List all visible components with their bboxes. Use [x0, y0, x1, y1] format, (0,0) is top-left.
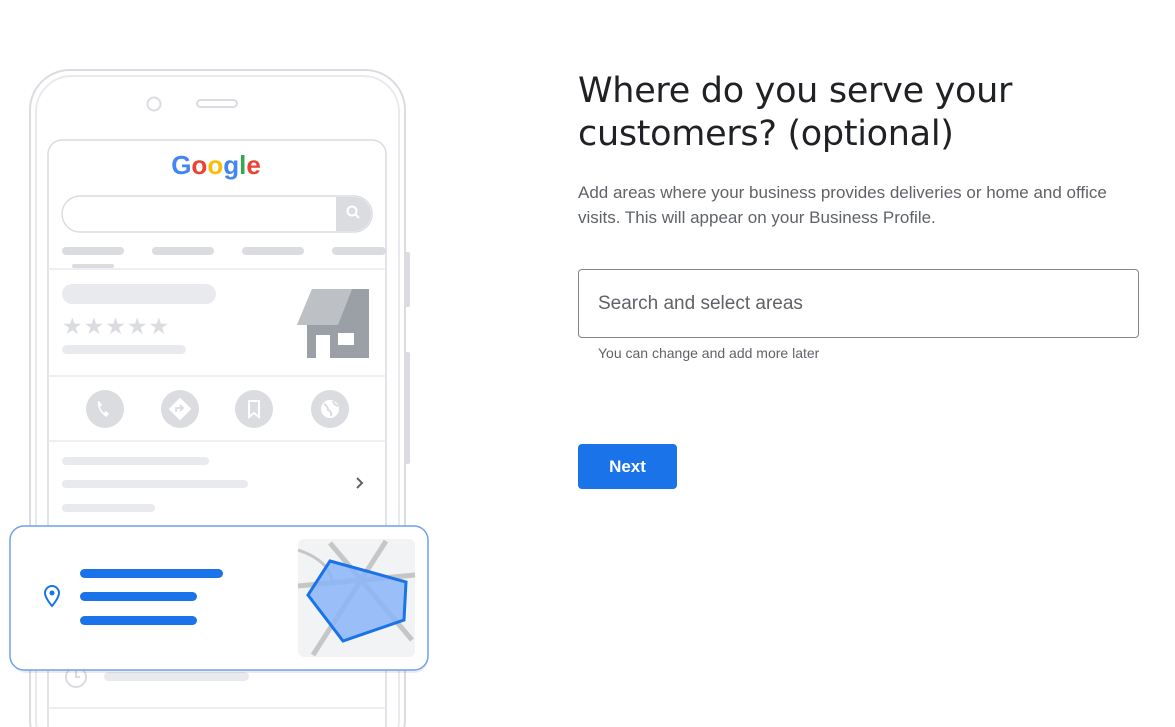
next-button[interactable]: Next — [578, 444, 677, 489]
website-globe-icon — [311, 390, 349, 428]
service-area-map — [297, 539, 416, 657]
storefront-icon — [297, 289, 369, 358]
search-helper-text: You can change and add more later — [598, 345, 820, 361]
page-title: Where do you serve your customers? (opti… — [578, 71, 1013, 154]
star-icon: ★★★★★ — [62, 314, 170, 340]
phone-icon — [86, 390, 124, 428]
mock-search-bar — [61, 195, 373, 233]
directions-icon — [161, 390, 199, 428]
service-area-card — [9, 525, 429, 673]
service-area-search-field[interactable] — [578, 269, 1139, 338]
page-description: Add areas where your business provides d… — [578, 183, 1107, 227]
business-profile-illustration: Google ★★★★★ — [9, 69, 429, 727]
service-area-search-input[interactable] — [579, 270, 1138, 337]
bookmark-icon — [235, 390, 273, 428]
google-logo: Google — [171, 150, 261, 180]
